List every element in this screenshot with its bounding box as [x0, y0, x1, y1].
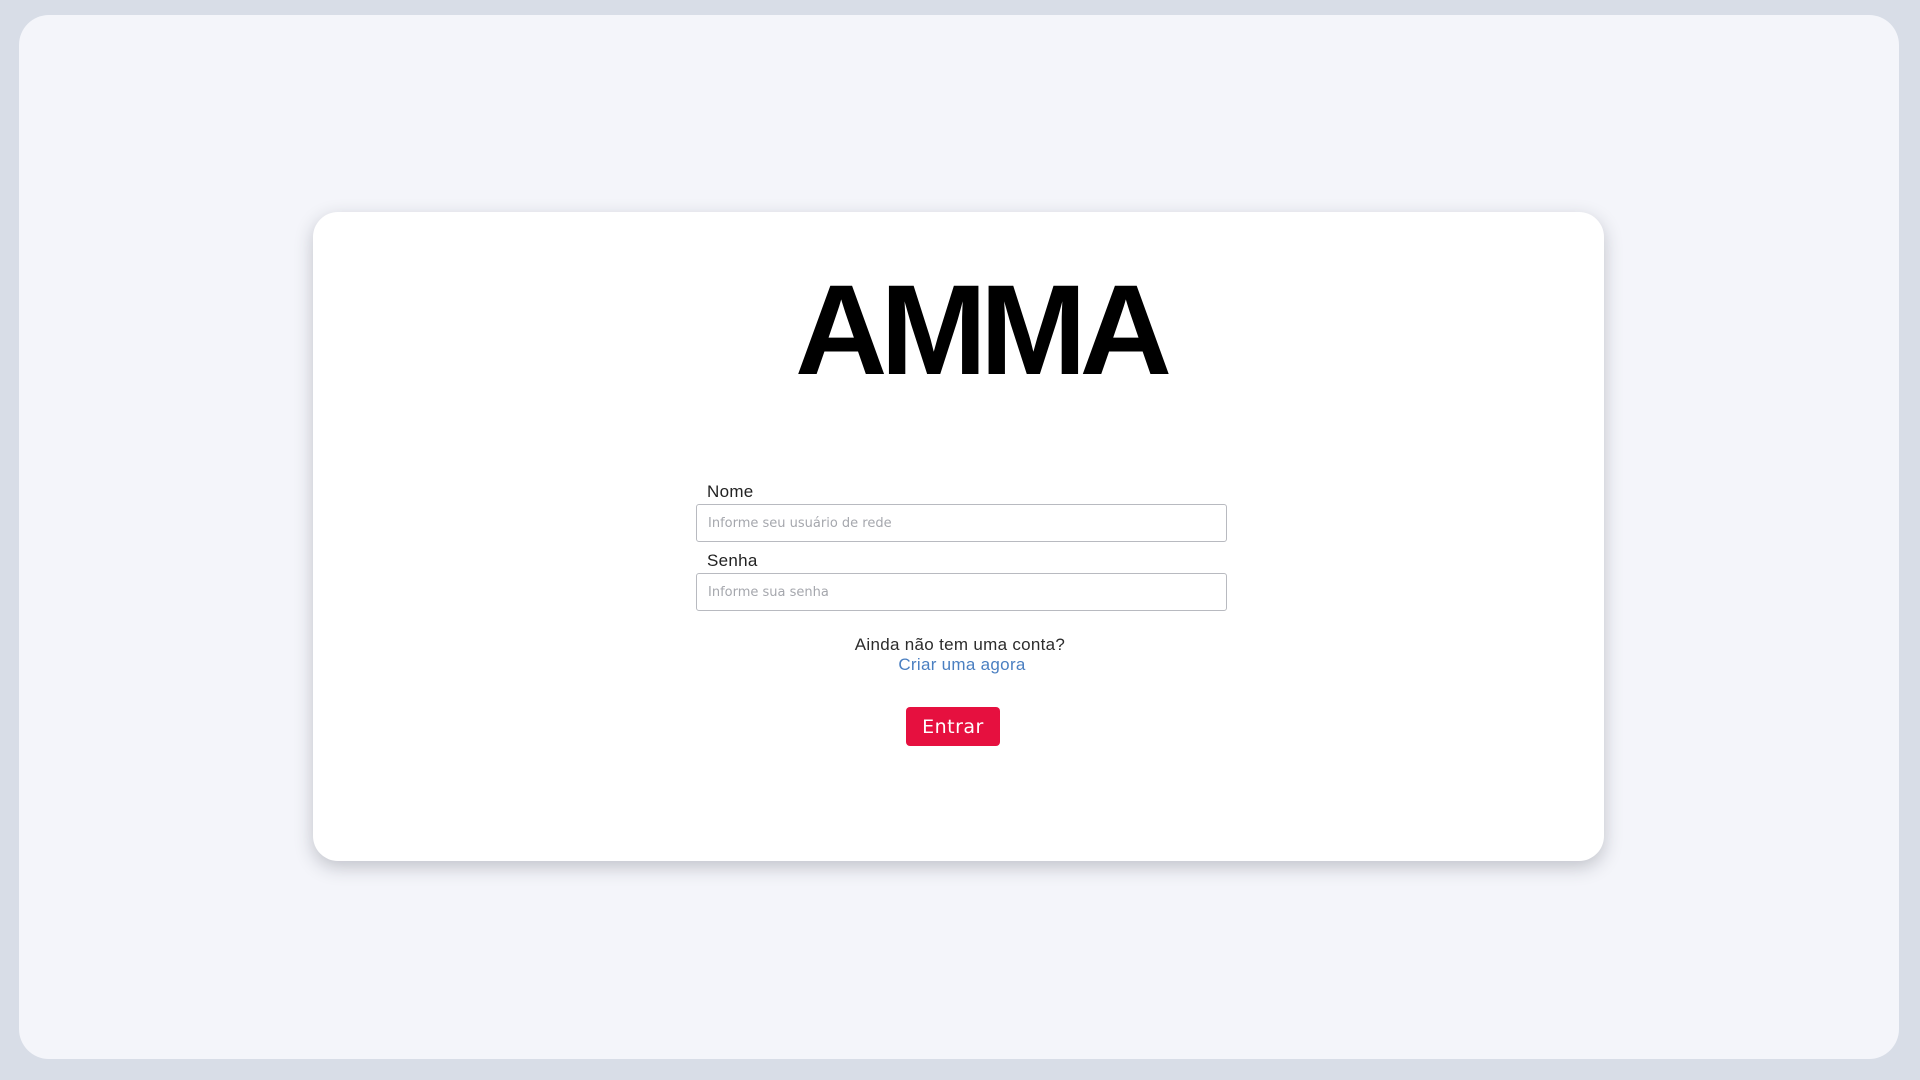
create-account-link[interactable]: Criar uma agora [898, 655, 1025, 675]
username-label: Nome [707, 482, 754, 501]
password-label: Senha [707, 551, 758, 570]
app-logo: AMMA [794, 259, 1172, 402]
username-input[interactable] [696, 504, 1227, 542]
username-group: Nome [696, 480, 1227, 542]
password-group: Senha [696, 549, 1227, 611]
password-input[interactable] [696, 573, 1227, 611]
signup-question: Ainda não tem uma conta? [854, 635, 1066, 654]
signup-prompt: Ainda não tem uma conta? Criar uma agora [0, 635, 1920, 675]
login-button[interactable]: Entrar [906, 707, 1000, 746]
